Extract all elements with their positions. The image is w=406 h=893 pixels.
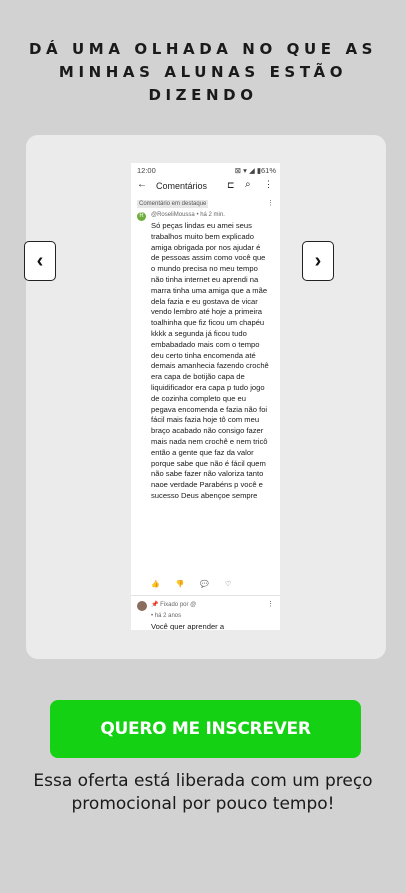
chevron-left-icon: ‹ [36,249,44,272]
section-heading: DÁ UMA OLHADA NO QUE AS MINHAS ALUNAS ES… [28,40,378,104]
comment-actions: 👍 👎 💬 ♡ [151,580,245,588]
back-arrow-icon: ← [137,179,147,190]
status-bar: 12:00 ⊠ ▾ ◢ ▮61% [137,164,276,176]
heart-icon: ♡ [225,581,232,588]
reply-avatar [137,601,147,611]
comments-app-bar: ← Comentários ⊏ ⌕ ⋮ [131,177,280,197]
cast-icon: ⊏ [227,180,235,190]
reply-icon: 💬 [200,581,210,588]
status-time: 12:00 [137,166,156,175]
testimonial-carousel: 12:00 ⊠ ▾ ◢ ▮61% ← Comentários ⊏ ⌕ ⋮ Com… [26,135,386,659]
dislike-icon: 👎 [175,581,185,588]
reply-text: Você quer aprender a [151,622,225,630]
comments-title: Comentários [156,181,208,191]
offer-note: Essa oferta está liberada com um preço p… [33,771,373,814]
featured-comment-label: Comentário em destaque [137,200,209,208]
testimonial-screenshot: 12:00 ⊠ ▾ ◢ ▮61% ← Comentários ⊏ ⌕ ⋮ Com… [131,163,280,630]
pinned-more-icon: ⋮ [267,601,274,608]
carousel-next-button[interactable]: › [302,241,334,281]
enroll-button-label: QUERO ME INSCREVER [100,719,311,739]
featured-more-icon: ⋮ [267,200,274,207]
chevron-right-icon: › [314,249,322,272]
carousel-prev-button[interactable]: ‹ [24,241,56,281]
enroll-button[interactable]: QUERO ME INSCREVER [50,700,361,758]
status-icons: ⊠ ▾ ◢ ▮61% [234,166,276,175]
comment-author: @RoseliMoussa • há 2 min. [151,212,225,218]
divider [131,595,280,596]
search-icon: ⌕ [245,179,251,190]
commenter-avatar: R [137,212,146,221]
reply-author: • há 2 anos [151,613,182,619]
more-options-icon: ⋮ [264,179,273,189]
comment-text: Só peças lindas eu amei seus trabalhos m… [151,221,269,500]
pinned-label: 📌 Fixado por @ [151,602,197,608]
like-icon: 👍 [151,581,160,588]
